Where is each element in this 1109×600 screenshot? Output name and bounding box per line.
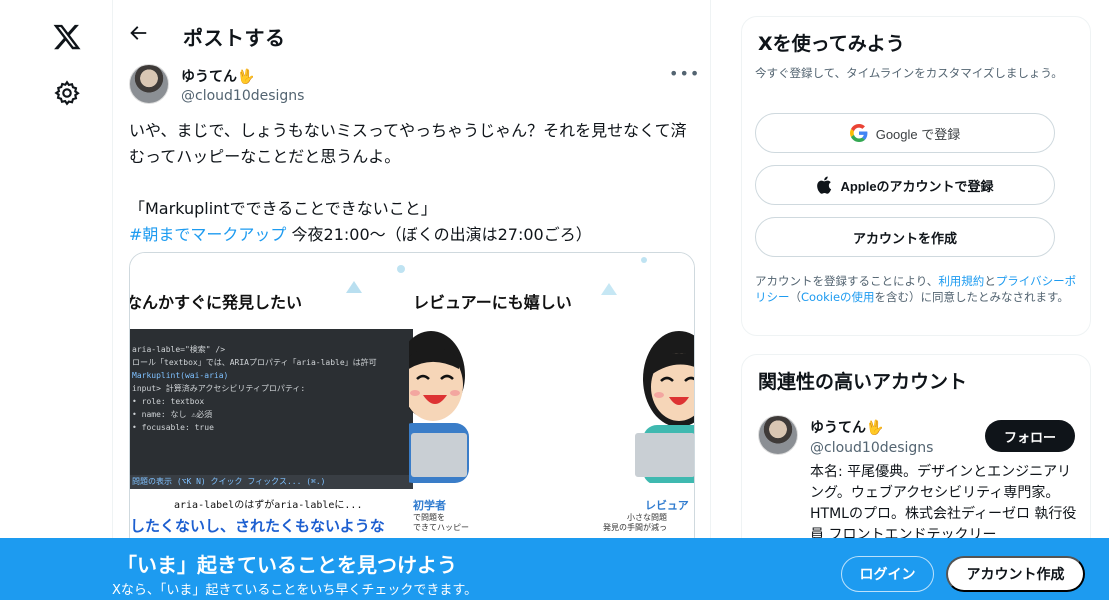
- related-account-name[interactable]: ゆうてん🖖: [810, 417, 883, 437]
- apple-icon: [816, 176, 832, 194]
- code-editor-image: aria-lable="検索" /> ロール「textbox」では、ARIAプロ…: [130, 329, 413, 489]
- post-text-line2: 「Markuplintでできることできないこと」: [129, 199, 437, 218]
- code-line: ロール「textbox」では、ARIAプロパティ「aria-lable」は許可: [132, 358, 377, 367]
- media-image-right[interactable]: レビュアーにも嬉しい 初学者 で問題を できてハッピー レビュア 小さな問題 発…: [397, 253, 694, 551]
- avatar[interactable]: [129, 64, 169, 104]
- main-column: ポストする ゆうてん🖖 @cloud10designs ••• いや、まじで、し…: [112, 0, 711, 600]
- code-line: Markuplint(wai-aria): [132, 371, 229, 380]
- related-account-handle[interactable]: @cloud10designs: [810, 440, 933, 456]
- terms-prefix: アカウントを登録することにより、: [755, 274, 939, 288]
- post-text-line1: いや、まじで、しょうもないミスってやっちゃうじゃん？それを見せなくて済むってハッ…: [129, 121, 687, 166]
- terms-suffix: を含む）に同意したとみなされます。: [874, 290, 1069, 304]
- left-nav: [0, 0, 112, 600]
- create-account-button[interactable]: アカウントを作成: [755, 217, 1055, 257]
- author-handle[interactable]: @cloud10designs: [181, 88, 304, 104]
- more-horizontal-icon[interactable]: •••: [669, 66, 699, 86]
- related-card-title: 関連性の高いアカウント: [758, 371, 968, 393]
- terms-text: アカウントを登録することにより、利用規約とプライバシーポリシー（Cookieの使…: [755, 273, 1081, 305]
- terms-paren-open: （: [789, 290, 802, 304]
- role-sub-left: で問題を できてハッピー: [413, 513, 469, 532]
- post-text-line3: 今夜21:00〜（ぼくの出演は27:00ごろ）: [286, 225, 592, 244]
- google-signup-label: Google で登録: [875, 126, 961, 142]
- post-media[interactable]: なんかすぐに発見したい aria-lable="検索" /> ロール「textb…: [129, 252, 695, 552]
- code-line: • role: textbox: [132, 397, 205, 406]
- hashtag-link[interactable]: #朝までマークアップ: [129, 225, 286, 244]
- avatar[interactable]: [758, 415, 798, 455]
- code-line: • focusable: true: [132, 423, 214, 432]
- media-caption-small: aria-labelのはずがaria-lableに...: [174, 500, 363, 511]
- dot-decoration: [397, 265, 405, 273]
- signup-card: Xを使ってみよう 今すぐ登録して、タイムラインをカスタマイズしましょう。 Goo…: [741, 16, 1091, 336]
- author-name[interactable]: ゆうてん🖖: [181, 66, 254, 86]
- media-caption-big: したくないし、されたくもないような: [130, 517, 385, 535]
- banner-title: 「いま」起きていることを見つけよう: [117, 553, 457, 577]
- apple-signup-label: Appleのアカウントで登録: [840, 178, 994, 194]
- arrow-left-icon[interactable]: [127, 22, 149, 44]
- post-text: いや、まじで、しょうもないミスってやっちゃうじゃん？それを見せなくて済むってハッ…: [129, 118, 699, 248]
- code-footer: 問題の表示 (⌥K N) クイック フィックス... (⌘.): [130, 475, 413, 489]
- bottom-signup-banner: 「いま」起きていることを見つけよう Xなら、「いま」起きていることをいち早くチェ…: [0, 538, 1109, 600]
- terms-and: と: [984, 274, 996, 288]
- role-sub-right: 小さな問題 発見の手間が減っ: [603, 513, 667, 532]
- login-button[interactable]: ログイン: [841, 556, 934, 592]
- dot-decoration: [641, 257, 647, 263]
- google-icon: [849, 124, 868, 142]
- code-line: aria-lable="検索" />: [132, 345, 226, 354]
- media-right-heading: レビュアーにも嬉しい: [413, 293, 572, 312]
- page-title: ポストする: [183, 26, 286, 50]
- triangle-decoration: [346, 281, 362, 293]
- laptop-illustration: [635, 433, 694, 477]
- cookie-link[interactable]: Cookieの使用: [801, 290, 875, 304]
- signup-card-description: 今すぐ登録して、タイムラインをカスタマイズしましょう。: [755, 66, 1063, 80]
- role-label-right: レビュア: [645, 499, 689, 512]
- laptop-illustration: [411, 433, 467, 477]
- terms-link[interactable]: 利用規約: [938, 274, 984, 288]
- app-root: ポストする ゆうてん🖖 @cloud10designs ••• いや、まじで、し…: [0, 0, 1109, 600]
- gear-icon[interactable]: [53, 79, 81, 107]
- x-logo-icon[interactable]: [52, 22, 82, 52]
- related-account-bio: 本名: 平尾優典。デザインとエンジニアリング。ウェブアクセシビリティ専門家。HT…: [810, 464, 1077, 543]
- create-account-label: アカウントを作成: [852, 230, 957, 246]
- follow-button[interactable]: フォロー: [985, 420, 1075, 452]
- post-author: ゆうてん🖖 @cloud10designs •••: [129, 64, 699, 108]
- google-signup-button[interactable]: Google で登録: [755, 113, 1055, 153]
- post-header: ポストする: [113, 0, 710, 56]
- banner-subtitle: Xなら、「いま」起きていることをいち早くチェックできます。: [112, 583, 478, 598]
- apple-signup-button[interactable]: Appleのアカウントで登録: [755, 165, 1055, 205]
- code-line: input> 計算済みアクセシビリティプロパティ:: [132, 384, 306, 393]
- signup-button[interactable]: アカウント作成: [946, 556, 1085, 592]
- triangle-decoration: [601, 283, 617, 295]
- media-image-left[interactable]: なんかすぐに発見したい aria-lable="検索" /> ロール「textb…: [130, 253, 413, 551]
- signup-card-title: Xを使ってみよう: [758, 33, 905, 55]
- role-label-left: 初学者: [413, 499, 446, 512]
- code-line: • name: なし ⚠必須: [132, 410, 213, 419]
- media-left-heading: なんかすぐに発見したい: [129, 293, 303, 312]
